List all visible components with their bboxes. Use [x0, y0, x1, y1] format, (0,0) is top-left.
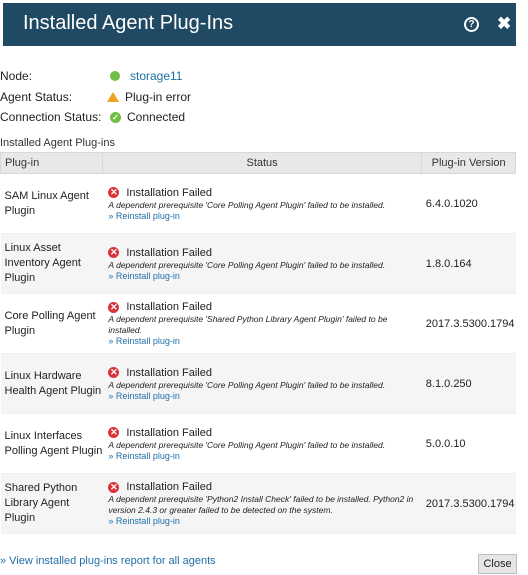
plugins-table: Plug-in Status Plug-in Version SAM Linux…	[0, 152, 516, 534]
error-icon: ✕	[108, 187, 120, 198]
plugin-name: Shared Python Library Agent Plugin	[0, 473, 103, 534]
connection-status-label: Connection Status:	[0, 110, 102, 124]
table-row: Shared Python Library Agent Plugin ✕ Inst…	[0, 473, 516, 534]
plugin-version: 5.0.0.10	[421, 413, 516, 474]
error-icon: ✕	[108, 481, 120, 493]
error-icon: ✕	[108, 247, 120, 258]
plugin-version: 2017.3.5300.1794	[421, 293, 516, 354]
plugin-version: 8.1.0.250	[421, 353, 516, 414]
status-message: A dependent prerequisite 'Core Polling A…	[108, 259, 386, 270]
table-row: Core Polling Agent Plugin ✕ Installation …	[0, 293, 516, 354]
connection-status-value: Connected	[127, 110, 186, 124]
plugin-name: Linux Asset Inventory Agent Plugin	[0, 233, 103, 294]
plugin-name: Linux Interfaces Polling Agent Plugin	[0, 413, 103, 474]
plugin-name: Linux Hardware Health Agent Plugin	[0, 353, 103, 414]
status-text: Installation Failed	[126, 246, 212, 259]
help-circle-icon[interactable]: ?	[464, 17, 479, 32]
agent-status-label: Agent Status:	[0, 90, 73, 104]
table-row: Linux Hardware Health Agent Plugin ✕ Inst…	[0, 353, 516, 414]
status-message: A dependent prerequisite 'Core Polling A…	[108, 439, 386, 450]
view-report-link[interactable]: » View installed plug-ins report for all…	[0, 555, 216, 567]
node-link[interactable]: storage11	[130, 69, 182, 83]
status-message: A dependent prerequisite 'Core Polling A…	[108, 379, 386, 390]
status-text: Installation Failed	[126, 186, 212, 199]
reinstall-link[interactable]: » Reinstall plug-in	[108, 391, 417, 401]
node-label: Node:	[0, 69, 33, 83]
section-title: Installed Agent Plug-ins	[0, 137, 115, 149]
status-text: Installation Failed	[126, 426, 212, 439]
warning-icon	[107, 92, 119, 102]
check-icon: ✓	[110, 111, 121, 123]
error-icon: ✕	[108, 427, 120, 438]
reinstall-link[interactable]: » Reinstall plug-in	[108, 271, 417, 281]
table-row: Linux Asset Inventory Agent Plugin ✕ Inst…	[0, 233, 516, 294]
status-message: A dependent prerequisite 'Python2 Instal…	[108, 494, 414, 515]
status-text: Installation Failed	[126, 301, 212, 313]
status-dot-icon	[110, 71, 120, 81]
agent-status-value: Plug-in error	[125, 90, 192, 104]
reinstall-link[interactable]: » Reinstall plug-in	[108, 516, 417, 526]
column-header-plugin: Plug-in	[0, 152, 103, 174]
reinstall-link[interactable]: » Reinstall plug-in	[108, 451, 417, 461]
plugin-name: SAM Linux Agent Plugin	[0, 173, 103, 234]
reinstall-link[interactable]: » Reinstall plug-in	[108, 211, 417, 221]
close-icon[interactable]: ✖	[497, 15, 511, 33]
plugin-name: Core Polling Agent Plugin	[0, 293, 103, 354]
status-message: A dependent prerequisite 'Shared Python …	[108, 314, 388, 335]
close-button[interactable]: Close	[478, 554, 517, 574]
reinstall-link[interactable]: » Reinstall plug-in	[108, 336, 417, 346]
status-text: Installation Failed	[126, 481, 212, 493]
dialog-title: Installed Agent Plug-Ins	[23, 12, 234, 34]
status-message: A dependent prerequisite 'Core Polling A…	[108, 199, 386, 210]
column-header-version: Plug-in Version	[421, 152, 516, 174]
column-header-status: Status	[101, 152, 423, 174]
table-row: Linux Interfaces Polling Agent Plugin ✕ I…	[0, 413, 516, 474]
error-icon: ✕	[108, 301, 120, 313]
status-text: Installation Failed	[126, 366, 212, 379]
error-icon: ✕	[108, 367, 120, 378]
plugin-version: 1.8.0.164	[421, 233, 516, 294]
plugin-version: 6.4.0.1020	[421, 173, 516, 234]
plugin-version: 2017.3.5300.1794	[421, 473, 516, 534]
table-row: SAM Linux Agent Plugin ✕ Installation Fai…	[0, 173, 516, 234]
dialog-header: Installed Agent Plug-Ins ? ✖	[3, 3, 516, 46]
